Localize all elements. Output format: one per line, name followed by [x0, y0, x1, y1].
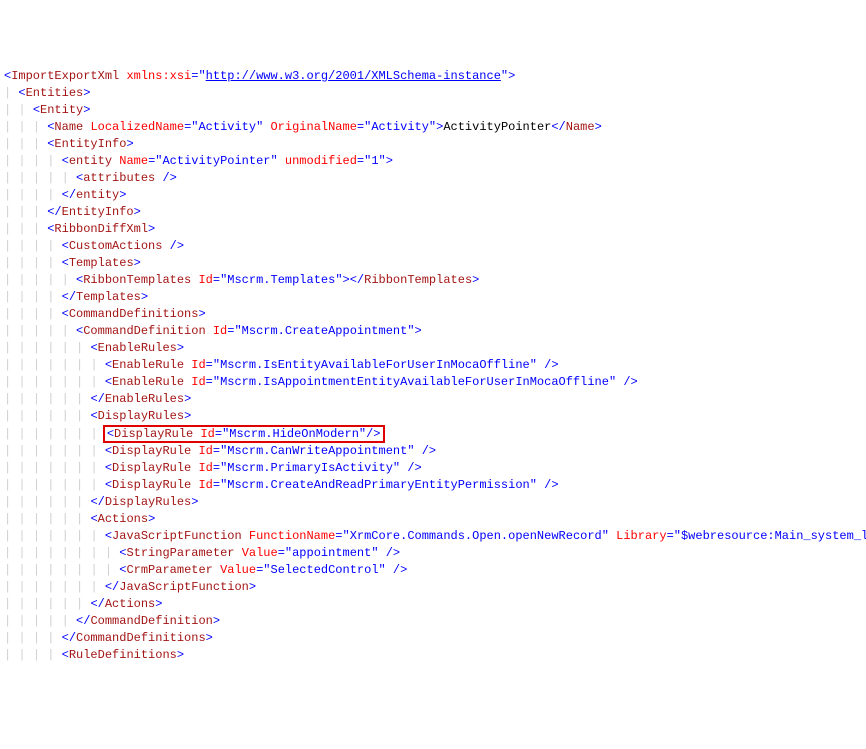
xml-code-block: <ImportExportXml xmlns:xsi="http://www.w…	[0, 68, 866, 664]
highlighted-display-rule: <DisplayRule Id="Mscrm.HideOnModern"/>	[103, 425, 385, 443]
